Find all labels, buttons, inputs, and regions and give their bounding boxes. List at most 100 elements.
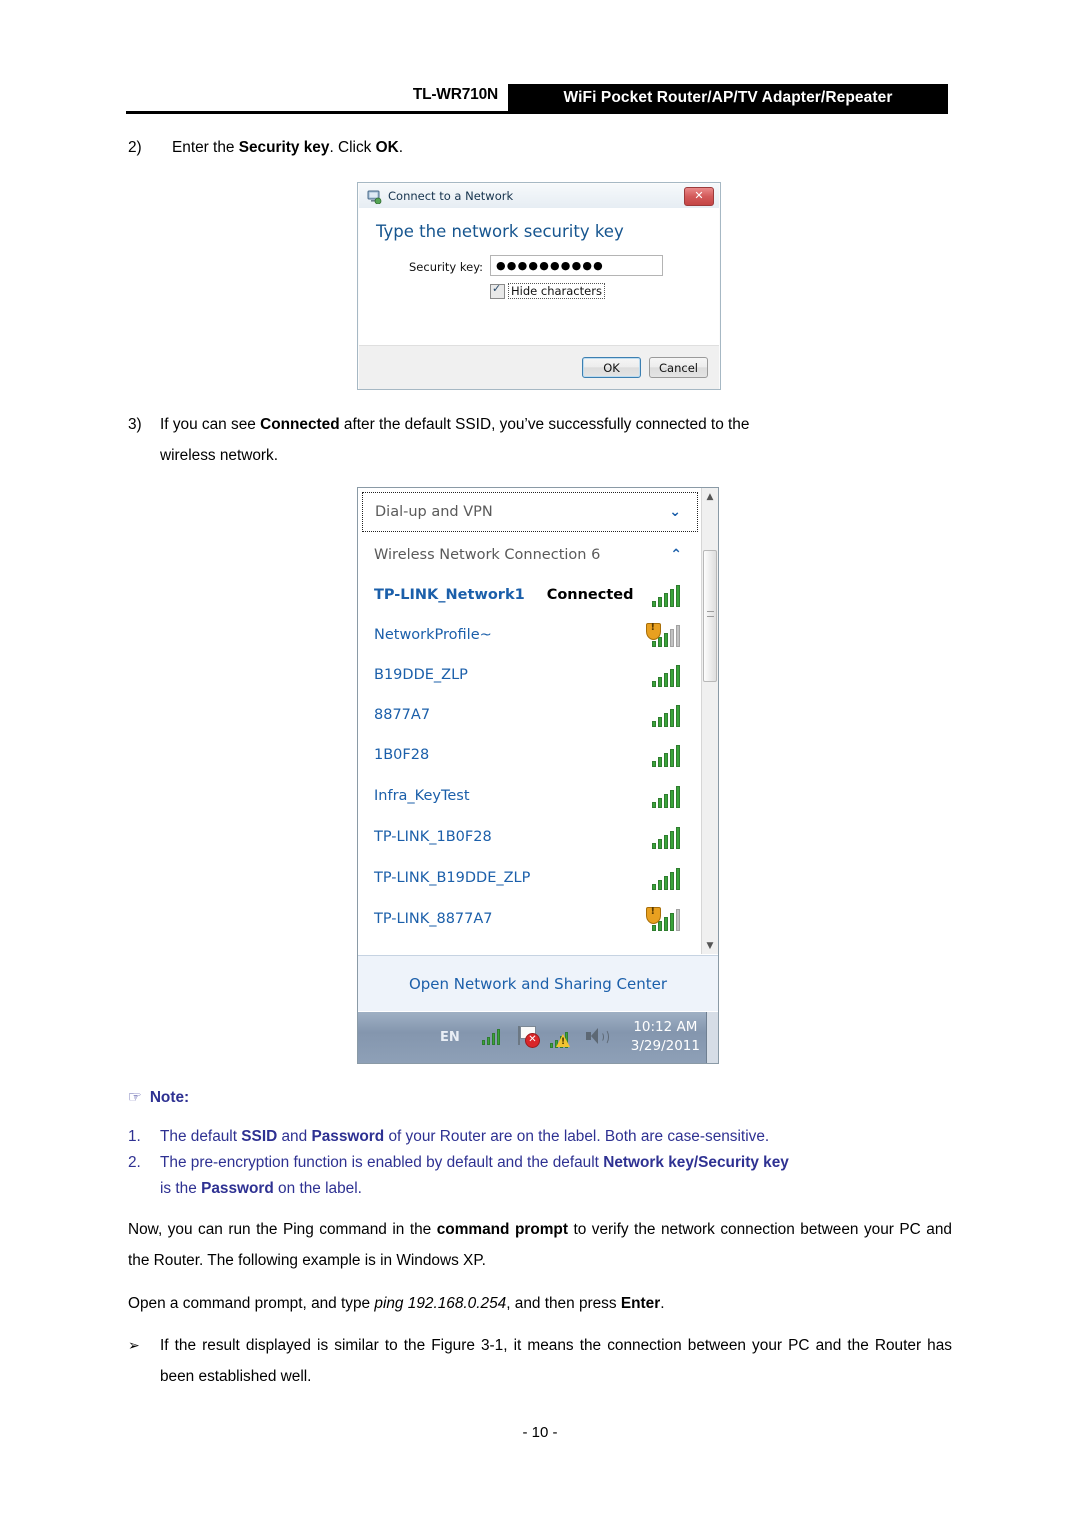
signal-strength-icon — [652, 705, 682, 727]
volume-speaker-icon[interactable] — [586, 1028, 609, 1046]
clock-time: 10:12 AM — [633, 1019, 698, 1035]
security-key-value: ●●●●●●●●●● — [496, 259, 604, 272]
list-item[interactable]: TP-LINK_8877A7 — [362, 899, 698, 939]
secured-shield-icon — [646, 906, 661, 924]
security-key-label: Security key: — [409, 260, 484, 274]
clock-date: 3/29/2011 — [630, 1038, 700, 1054]
cancel-button[interactable]: Cancel — [649, 357, 708, 378]
show-desktop-button[interactable] — [706, 1012, 718, 1063]
header-rule — [126, 111, 948, 114]
group-label-dialup: Dial-up and VPN — [375, 504, 493, 520]
page-number: - 10 - — [522, 1424, 558, 1441]
note1-post: of your Router are on the label. Both ar… — [384, 1128, 770, 1145]
step2-bold-ok: OK — [375, 139, 399, 156]
dialog-title-text: Connect to a Network — [388, 189, 514, 203]
scroll-down-icon[interactable]: ▼ — [702, 937, 718, 954]
signal-strength-icon — [652, 745, 682, 767]
tray-icons: ✕ — [482, 1023, 632, 1051]
wireless-signal-tray-icon[interactable] — [482, 1029, 504, 1045]
note1-pre: The default — [160, 1128, 242, 1145]
list-item[interactable]: 8877A7 — [362, 695, 698, 735]
note2-line2: is the Password on the label. — [160, 1176, 952, 1202]
language-indicator[interactable]: EN — [440, 1030, 460, 1045]
list-item[interactable]: TP-LINK_B19DDE_ZLP — [362, 858, 698, 898]
network-connect-icon — [366, 189, 382, 205]
step-3-text: If you can see Connected after the defau… — [160, 409, 950, 471]
list-item[interactable]: B19DDE_ZLP — [362, 655, 698, 695]
open-pre: Open a command prompt, and type — [128, 1295, 375, 1312]
network-ssid: 8877A7 — [374, 707, 431, 723]
dialog-titlebar: Connect to a Network ✕ — [359, 184, 719, 208]
step-3-number: 3) — [128, 416, 142, 433]
note-item-1-number: 1. — [128, 1128, 141, 1145]
pointing-hand-icon: ☞ — [128, 1088, 142, 1106]
paragraph-ping-intro: Now, you can run the Ping command in the… — [128, 1214, 952, 1276]
list-item[interactable]: NetworkProfile~ — [362, 615, 698, 655]
note-item-2-number: 2. — [128, 1154, 141, 1171]
security-key-input[interactable]: ●●●●●●●●●● — [490, 255, 663, 276]
open-network-sharing-center-link[interactable]: Open Network and Sharing Center — [358, 955, 718, 1011]
note2-bold-network-key: Network key/Security key — [603, 1154, 789, 1171]
network-status: Connected — [546, 587, 634, 603]
bullet-arrow-icon: ➢ — [128, 1337, 140, 1353]
list-item[interactable]: TP-LINK_Network1 Connected — [362, 575, 698, 615]
chevron-up-icon[interactable]: ⌃ — [670, 547, 682, 563]
open-end: . — [660, 1295, 665, 1312]
note1-bold-ssid: SSID — [241, 1128, 278, 1145]
hide-characters-label: Hide characters — [508, 283, 605, 299]
signal-strength-icon — [646, 906, 682, 931]
step2-bold-security-key: Security key — [238, 139, 330, 156]
signal-strength-icon — [652, 786, 682, 808]
group-dial-up-and-vpn[interactable]: Dial-up and VPN ⌄ — [362, 492, 698, 532]
connect-to-network-dialog: Connect to a Network ✕ Type the network … — [357, 182, 721, 390]
network-ssid: NetworkProfile~ — [374, 627, 492, 643]
signal-strength-icon — [652, 665, 682, 687]
step3-pre: If you can see — [160, 416, 261, 433]
ok-button[interactable]: OK — [582, 357, 641, 378]
signal-strength-icon — [646, 622, 682, 647]
step-2-number: 2) — [128, 139, 142, 156]
list-item[interactable]: 1B0F28 — [362, 735, 698, 775]
list-item[interactable]: Infra_KeyTest — [362, 776, 698, 816]
signal-strength-icon — [652, 868, 682, 890]
note-item-1-text: The default SSID and Password of your Ro… — [160, 1124, 960, 1150]
group-label-wireless: Wireless Network Connection 6 — [374, 547, 601, 563]
now-pre: Now, you can run the Ping command in the — [128, 1221, 437, 1238]
dialog-footer: OK Cancel — [359, 345, 719, 389]
secured-shield-icon — [646, 622, 661, 640]
network-list-scrollbar[interactable]: ▲ ▼ — [701, 488, 718, 954]
scrollbar-grip — [707, 611, 714, 617]
bold-command-prompt: command prompt — [436, 1221, 568, 1238]
step2-pre: Enter the — [172, 139, 239, 156]
network-scroll-area: Dial-up and VPN ⌄ Wireless Network Conne… — [358, 488, 702, 954]
italic-ping-command: ping 192.168.0.254 — [374, 1295, 507, 1312]
scrollbar-thumb[interactable] — [703, 550, 717, 682]
signal-strength-icon — [652, 585, 682, 607]
close-icon[interactable]: ✕ — [684, 187, 714, 206]
hide-characters-row[interactable]: Hide characters — [490, 282, 605, 299]
header-product-banner: WiFi Pocket Router/AP/TV Adapter/Repeate… — [508, 84, 948, 111]
network-ssid: Infra_KeyTest — [374, 788, 470, 804]
wireless-network-list-panel: Dial-up and VPN ⌄ Wireless Network Conne… — [357, 487, 719, 1064]
note2-line2-pre: is the — [160, 1180, 202, 1197]
chevron-down-icon[interactable]: ⌄ — [669, 504, 681, 520]
dialog-heading: Type the network security key — [376, 222, 624, 241]
step3-bold-connected: Connected — [260, 416, 340, 433]
network-ssid: TP-LINK_1B0F28 — [374, 829, 492, 845]
hide-characters-checkbox[interactable] — [490, 282, 505, 299]
network-ssid: 1B0F28 — [374, 747, 430, 763]
network-ssid: TP-LINK_B19DDE_ZLP — [374, 870, 531, 886]
note1-bold-password: Password — [311, 1128, 385, 1145]
step3-post: after the default SSID, you’ve successfu… — [339, 416, 750, 433]
step-2-text: Enter the Security key. Click OK. — [172, 132, 952, 163]
clock[interactable]: 10:12 AM 3/29/2011 — [631, 1018, 700, 1056]
network-ssid: B19DDE_ZLP — [374, 667, 468, 683]
network-ssid: TP-LINK_Network1 — [374, 587, 525, 603]
action-center-flag-icon[interactable]: ✕ — [518, 1026, 540, 1048]
list-item[interactable]: TP-LINK_1B0F28 — [362, 817, 698, 857]
network-warning-tray-icon[interactable] — [550, 1026, 574, 1048]
scroll-up-icon[interactable]: ▲ — [702, 488, 718, 505]
signal-strength-icon — [652, 827, 682, 849]
header-model-name: TL-WR710N — [412, 86, 498, 103]
group-wireless-network-connection[interactable]: Wireless Network Connection 6 ⌃ — [362, 538, 698, 572]
